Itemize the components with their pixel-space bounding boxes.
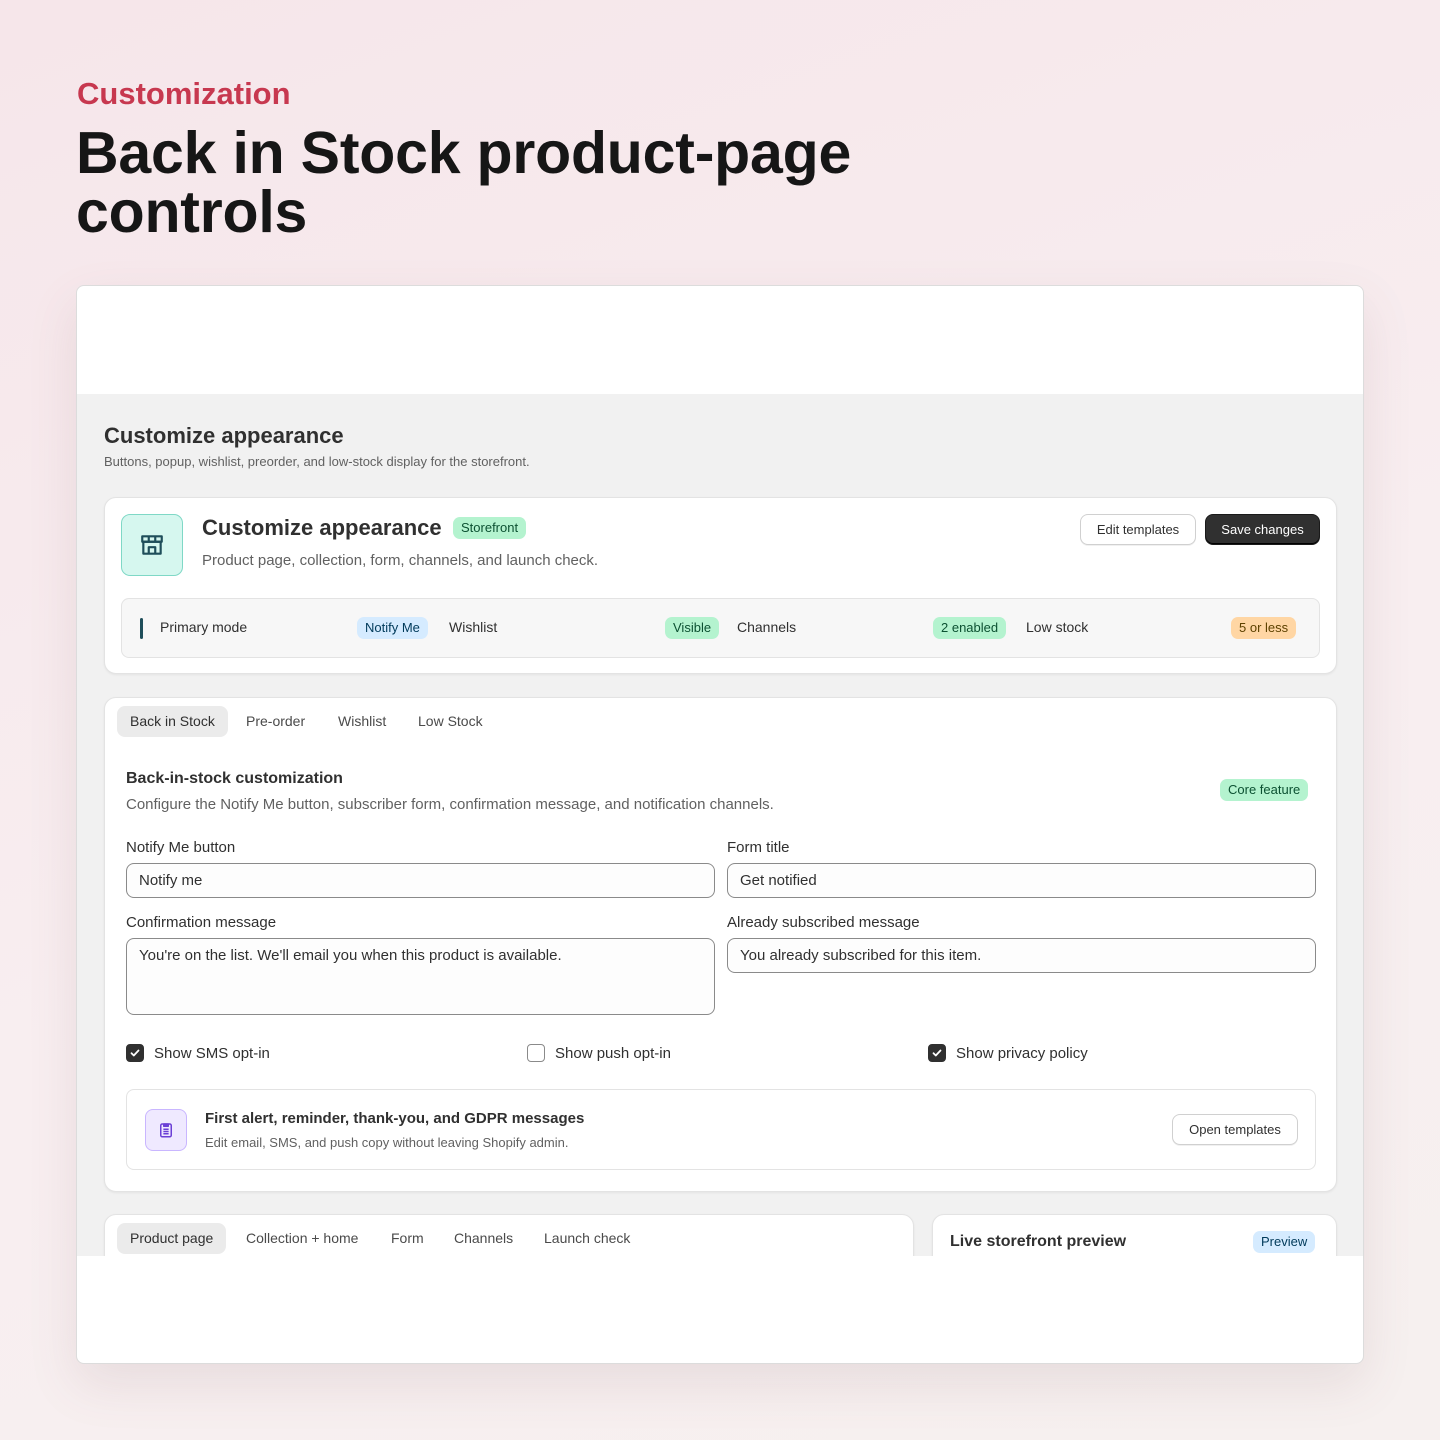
checkmark-icon <box>126 1044 144 1062</box>
form-title-label: Form title <box>727 839 790 856</box>
tab-low-stock[interactable]: Low Stock <box>405 706 496 737</box>
preview-title: Live storefront preview <box>950 1233 1127 1250</box>
storefront-badge: Storefront <box>453 517 527 539</box>
page-subtitle: Buttons, popup, wishlist, preorder, and … <box>104 454 530 469</box>
sms-opt-in-checkbox[interactable]: Show SMS opt-in <box>126 1043 270 1063</box>
section-title: Back-in-stock customization <box>126 770 343 787</box>
overview-subtitle: Product page, collection, form, channels… <box>202 552 599 569</box>
eyebrow: Customization <box>77 76 291 111</box>
form-title-input[interactable]: Get notified <box>727 863 1316 898</box>
tab-back-in-stock[interactable]: Back in Stock <box>117 706 228 737</box>
clipboard-icon <box>145 1109 187 1151</box>
checkmark-icon <box>928 1044 946 1062</box>
tab-product-page[interactable]: Product page <box>117 1223 227 1254</box>
privacy-policy-label: Show privacy policy <box>956 1044 1088 1062</box>
edit-templates-button[interactable]: Edit templates <box>1080 514 1196 545</box>
back-in-stock-card: Back in Stock Pre-order Wishlist Low Sto… <box>104 697 1337 1192</box>
summary-accent-bar <box>140 618 143 639</box>
summary-label-channels: Channels <box>737 619 797 635</box>
notify-button-label: Notify Me button <box>126 839 236 856</box>
tab-form[interactable]: Form <box>378 1223 437 1254</box>
admin-page: Customize appearance Buttons, popup, wis… <box>77 394 1363 1256</box>
privacy-policy-checkbox[interactable]: Show privacy policy <box>928 1043 1088 1063</box>
templates-subtitle: Edit email, SMS, and push copy without l… <box>205 1135 569 1150</box>
headline: Back in Stock product-page controls <box>76 120 852 245</box>
summary-label-primary-mode: Primary mode <box>160 619 248 635</box>
tab-pre-order[interactable]: Pre-order <box>233 706 318 737</box>
storefront-settings-card: Product page Collection + home Form Chan… <box>104 1214 914 1256</box>
open-templates-button[interactable]: Open templates <box>1172 1114 1298 1145</box>
app-window: Customize appearance Buttons, popup, wis… <box>76 285 1364 1364</box>
push-opt-in-checkbox[interactable]: Show push opt-in <box>527 1043 671 1063</box>
already-subscribed-input[interactable]: You already subscribed for this item. <box>727 938 1316 973</box>
summary-value-primary-mode: Notify Me <box>357 617 428 639</box>
empty-checkbox-icon <box>527 1044 545 1062</box>
save-changes-button[interactable]: Save changes <box>1205 514 1320 545</box>
tab-collection-home[interactable]: Collection + home <box>233 1223 371 1254</box>
confirmation-message-textarea[interactable]: You're on the list. We'll email you when… <box>126 938 715 1015</box>
storefront-icon <box>121 514 183 576</box>
summary-value-channels: 2 enabled <box>933 617 1007 639</box>
confirmation-message-label: Confirmation message <box>126 914 277 931</box>
summary-label-wishlist: Wishlist <box>449 619 498 635</box>
templates-title: First alert, reminder, thank-you, and GD… <box>205 1110 585 1127</box>
preview-badge: Preview <box>1253 1231 1316 1253</box>
overview-title: Customize appearance <box>202 515 442 540</box>
tab-wishlist[interactable]: Wishlist <box>325 706 399 737</box>
summary-value-wishlist: Visible <box>665 617 720 639</box>
overview-card: Customize appearance Storefront Product … <box>104 497 1337 674</box>
summary-label-low-stock: Low stock <box>1026 619 1089 635</box>
message-templates-panel: First alert, reminder, thank-you, and GD… <box>126 1089 1316 1170</box>
core-feature-badge: Core feature <box>1220 779 1309 801</box>
summary-strip: Primary mode Notify Me Wishlist Visible … <box>121 598 1320 658</box>
push-opt-in-label: Show push opt-in <box>555 1044 671 1062</box>
already-subscribed-label: Already subscribed message <box>727 914 920 931</box>
tab-launch-check[interactable]: Launch check <box>531 1223 643 1254</box>
tab-channels[interactable]: Channels <box>441 1223 526 1254</box>
page-title: Customize appearance <box>104 423 344 448</box>
sms-opt-in-label: Show SMS opt-in <box>154 1044 270 1062</box>
notify-button-input[interactable]: Notify me <box>126 863 715 898</box>
summary-value-low-stock: 5 or less <box>1231 617 1297 639</box>
section-subtitle: Configure the Notify Me button, subscrib… <box>126 796 774 813</box>
live-preview-card: Live storefront preview Preview <box>932 1214 1337 1256</box>
